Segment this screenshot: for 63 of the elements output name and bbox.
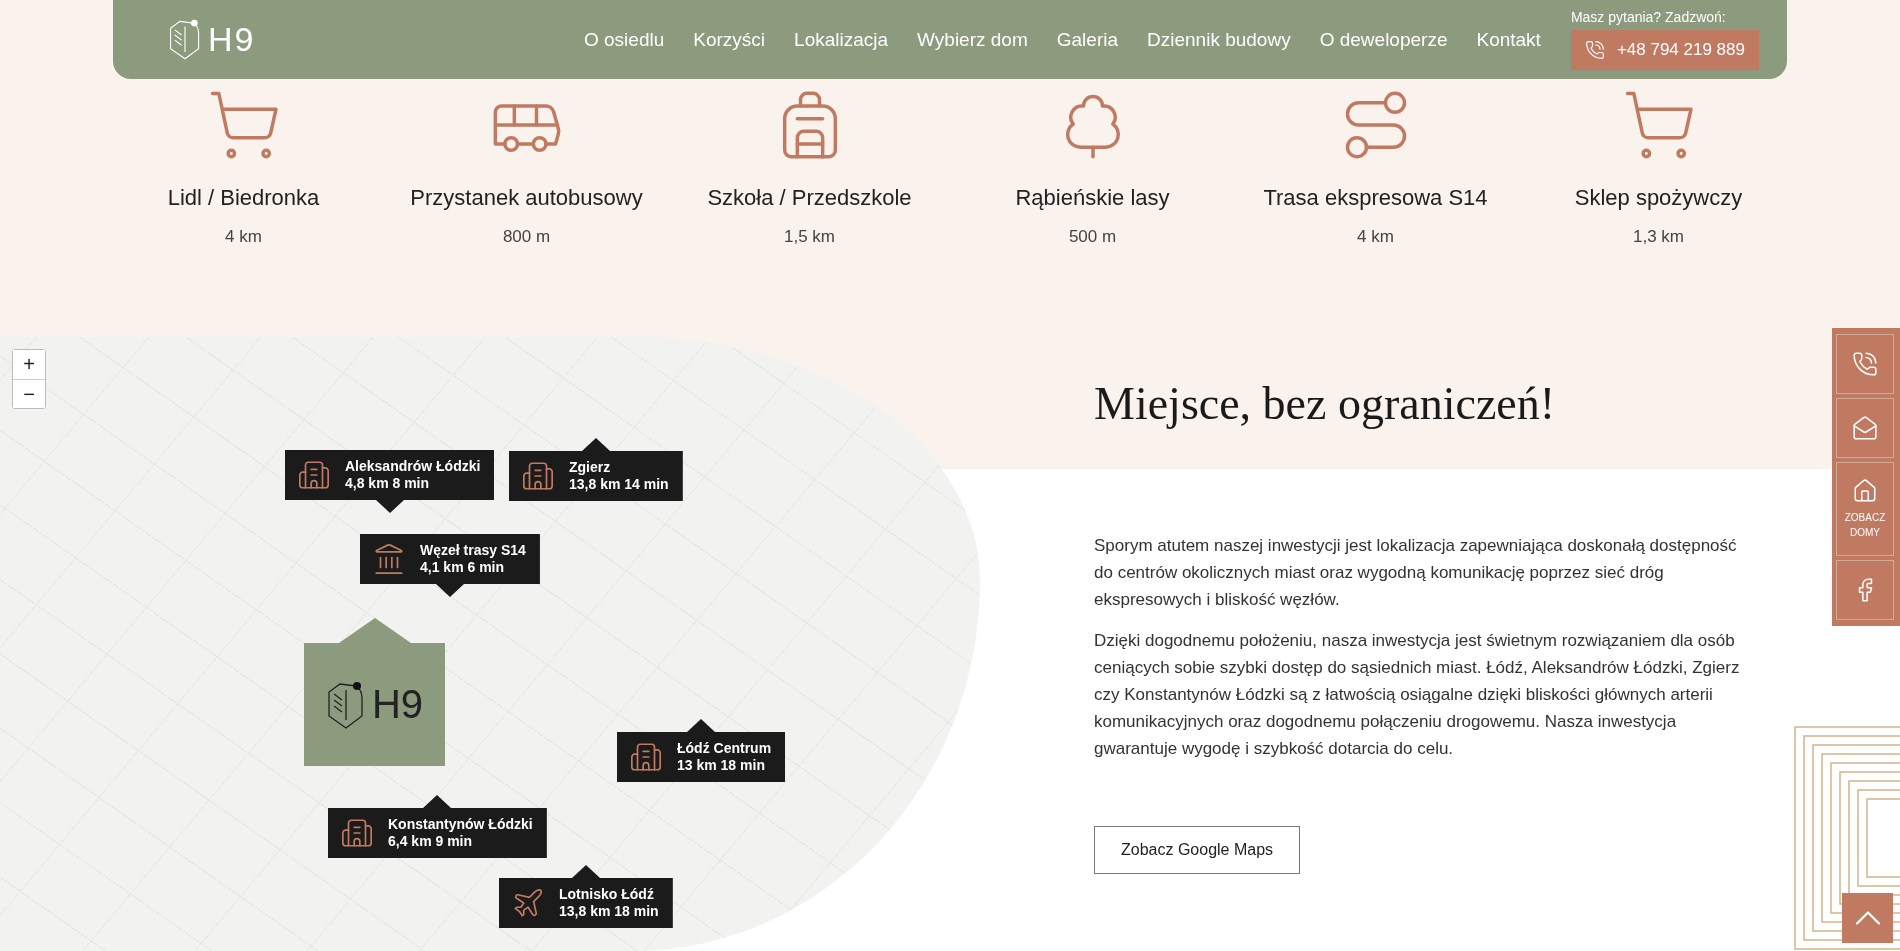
amenity-title: Lidl / Biedronka (167, 185, 320, 211)
nav-link[interactable]: O deweloperze (1319, 28, 1448, 51)
buildings-icon (297, 458, 331, 492)
marker-detail: 6,4 km 9 min (388, 833, 474, 850)
nav-link[interactable]: Galeria (1056, 28, 1118, 51)
logo-text: H9 (371, 682, 424, 727)
paragraph: Dzięki dogodnemu położeniu, nasza inwestycja jest świetnym rozwiązaniem dla osób ceniących sobie szybki dostęp do sąsiednich miast. Łódź, Aleksandrów Łódzki, Zgierz czy Konstantynów Łódzki są z łatwością osiągalne dzięki bliskości głównych arterii komunikacyjnych oraz dogodnemu połączeniu drogowemu. Nasza inwestycja gwarantuje wygodę i szybkość dotarcia do celu. (1094, 630, 1741, 760)
marker-title: Aleksandrów Łódzki (345, 458, 481, 475)
amenity-title: Szkoła / Przedszkole (707, 185, 912, 211)
side-button[interactable]: ZOBACZ DOMY (1836, 462, 1894, 556)
side-button[interactable] (1836, 334, 1894, 394)
paragraph: Sporym atutem naszej inwestycji jest lokalizacja zapewniająca doskonałą dostępność do centrów okolicznych miast oraz wygodną komunikację poprzez sieć dróg ekspresowych i bliskość węzłów. (1094, 535, 1738, 611)
buildings-icon (340, 816, 374, 850)
nav-link[interactable]: Lokalizacja (794, 28, 889, 51)
scroll-up-button[interactable] (1842, 893, 1893, 943)
map-marker[interactable]: Węzeł trasy S14 4,1 km 6 min (360, 534, 540, 597)
amenity-distance: 1,5 km (784, 227, 835, 247)
buildings-icon (521, 459, 555, 493)
map-marker[interactable]: Zgierz 13,8 km 14 min (509, 438, 683, 501)
marker-detail: 4,1 km 6 min (420, 559, 506, 576)
phone-button[interactable]: +48 794 219 889 (1570, 30, 1759, 70)
marker-detail: 13 km 18 min (677, 757, 766, 774)
amenity-distance: 4 km (1357, 227, 1394, 247)
marker-title: Łódź Centrum (677, 740, 772, 757)
google-maps-button[interactable]: Zobacz Google Maps (1094, 826, 1301, 874)
marker-title: Konstantynów Łódzki (388, 816, 533, 833)
marker-detail: 13,8 km 18 min (559, 903, 659, 920)
phone-icon (1584, 40, 1605, 60)
marker-detail: 13,8 km 14 min (569, 476, 669, 493)
nav-link[interactable]: Korzyści (693, 28, 766, 51)
marker-title: Węzeł trasy S14 (420, 542, 526, 559)
nav-link[interactable]: Wybierz dom (917, 28, 1028, 51)
contact-prompt: Masz pytania? Zadzwoń: (1570, 9, 1726, 25)
logo-text[interactable]: H9 (208, 20, 256, 59)
nav-link[interactable]: Dziennik budowy (1147, 28, 1291, 51)
marker-title: Zgierz (569, 459, 612, 476)
side-button[interactable] (1836, 560, 1894, 620)
map-marker[interactable]: Łódź Centrum 13 km 18 min (617, 719, 786, 782)
amenity-distance: 4 km (225, 227, 262, 247)
section-heading: Miejsce, bez ograniczeń! (1094, 377, 1557, 430)
amenity-title: Rąbieńskie lasy (1015, 185, 1170, 211)
amenity-distance: 500 m (1068, 227, 1117, 247)
mail-icon (1852, 415, 1878, 441)
amenity-distance: 800 m (502, 227, 551, 247)
marker-detail: 4,8 km 8 min (345, 475, 431, 492)
phone-icon (1852, 351, 1878, 377)
zoom-out-button[interactable]: − (13, 379, 45, 408)
nav-link[interactable]: Kontakt (1476, 28, 1541, 51)
side-button[interactable] (1836, 398, 1894, 458)
amenity-title: Trasa ekspresowa S14 (1263, 185, 1488, 211)
plane-icon (511, 886, 545, 920)
amenity-title: Przystanek autobusowy (410, 185, 643, 211)
house-icon (1852, 478, 1878, 504)
house-logo-icon (168, 18, 202, 61)
map-marker[interactable]: Lotnisko Łódź 13,8 km 18 min (499, 865, 673, 928)
house-logo-icon (325, 679, 366, 730)
map-marker[interactable]: Konstantynów Łódzki 6,4 km 9 min (328, 795, 547, 858)
marker-title: Lotnisko Łódź (559, 886, 655, 903)
amenity-title: Sklep spożywczy (1574, 185, 1743, 211)
buildings-icon (629, 740, 663, 774)
nav-link[interactable]: O osiedlu (584, 28, 665, 51)
map-marker[interactable]: Aleksandrów Łódzki 4,8 km 8 min (285, 450, 495, 513)
amenity-distance: 1,3 km (1633, 227, 1684, 247)
